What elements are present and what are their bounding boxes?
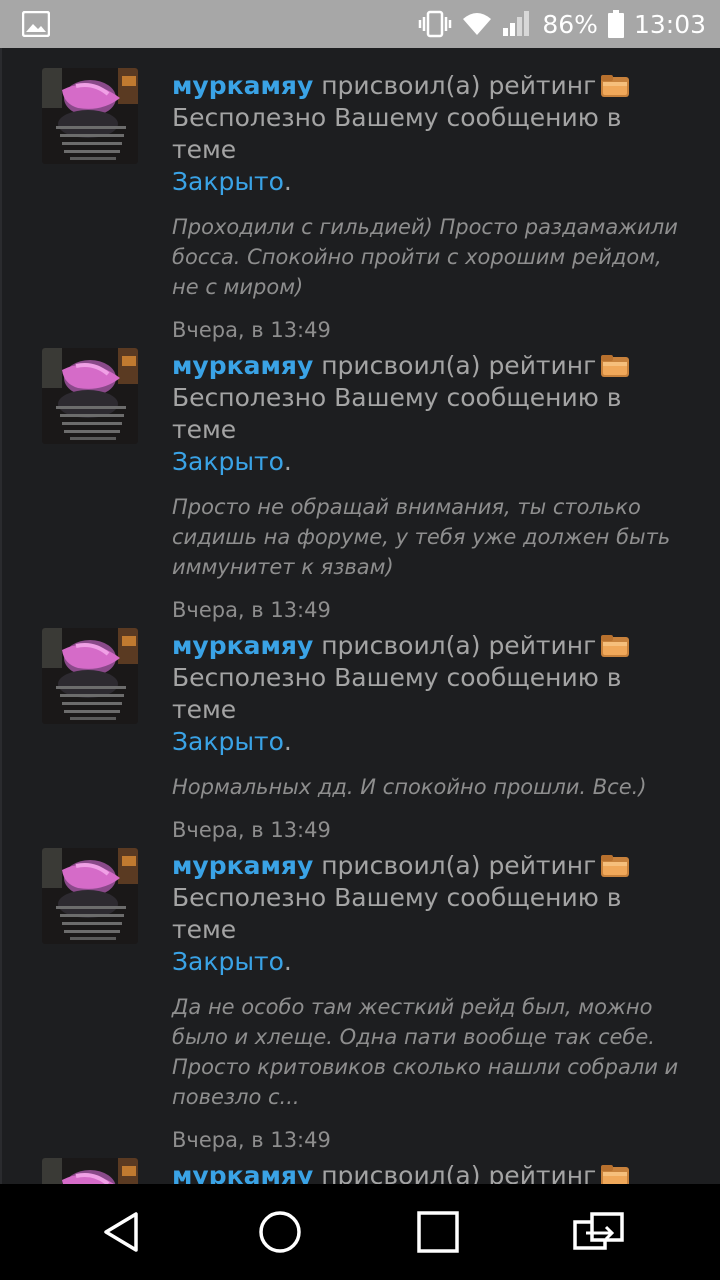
battery-icon bbox=[607, 10, 624, 38]
switch-app-icon[interactable] bbox=[572, 1208, 626, 1256]
timestamp: Вчера, в 13:49 bbox=[172, 318, 331, 342]
period: . bbox=[283, 727, 292, 756]
username-link[interactable]: муркамяу bbox=[172, 851, 313, 880]
folder-rating-icon bbox=[600, 1164, 630, 1184]
vibrate-icon bbox=[419, 10, 452, 38]
avatar[interactable] bbox=[42, 848, 138, 944]
timestamp: Вчера, в 13:49 bbox=[172, 818, 331, 842]
message-line: Бесполезно Вашему сообщению в теме bbox=[172, 883, 622, 944]
topic-link[interactable]: Закрыто bbox=[172, 447, 284, 476]
avatar[interactable] bbox=[42, 628, 138, 724]
left-edge-divider bbox=[0, 48, 2, 1184]
topic-link[interactable]: Закрыто bbox=[172, 727, 284, 756]
quoted-message: Просто не обращай внимания, ты столько с… bbox=[172, 495, 671, 579]
period: . bbox=[283, 947, 292, 976]
quoted-message: Нормальных дд. И спокойно прошли. Все.) bbox=[172, 775, 647, 799]
message-line: Бесполезно Вашему сообщению в теме bbox=[172, 383, 622, 444]
home-icon[interactable] bbox=[256, 1208, 304, 1256]
username-link[interactable]: муркамяу bbox=[172, 1161, 313, 1184]
avatar[interactable] bbox=[42, 1158, 138, 1184]
notification-header: муркамяу присвоил(а) рейтинг bbox=[172, 1160, 692, 1184]
notifications-list[interactable]: муркамяу присвоил(а) рейтинг Бесполезно … bbox=[0, 48, 720, 1184]
avatar[interactable] bbox=[42, 68, 138, 164]
quoted-message: Да не особо там жесткий рейд был, можно … bbox=[172, 995, 679, 1109]
quoted-message: Проходили с гильдией) Просто раздамажили… bbox=[172, 215, 678, 299]
image-icon bbox=[22, 11, 50, 37]
period: . bbox=[283, 447, 292, 476]
wifi-icon bbox=[463, 13, 492, 35]
action-text: присвоил(а) рейтинг bbox=[321, 851, 597, 880]
clock: 13:03 bbox=[633, 9, 706, 39]
timestamp: Вчера, в 13:49 bbox=[172, 1128, 331, 1152]
message-line: Бесполезно Вашему сообщению в теме bbox=[172, 663, 622, 724]
folder-rating-icon bbox=[600, 354, 630, 378]
notification-header: муркамяу присвоил(а) рейтинг bbox=[172, 850, 692, 882]
username-link[interactable]: муркамяу bbox=[172, 71, 313, 100]
action-text: присвоил(а) рейтинг bbox=[321, 1161, 597, 1184]
recents-icon[interactable] bbox=[414, 1208, 462, 1256]
topic-link[interactable]: Закрыто bbox=[172, 947, 284, 976]
navigation-bar bbox=[0, 1184, 720, 1280]
avatar[interactable] bbox=[42, 348, 138, 444]
notification-header: муркамяу присвоил(а) рейтинг bbox=[172, 70, 692, 102]
timestamp: Вчера, в 13:49 bbox=[172, 598, 331, 622]
signal-icon bbox=[503, 11, 530, 36]
action-text: присвоил(а) рейтинг bbox=[321, 631, 597, 660]
folder-rating-icon bbox=[600, 634, 630, 658]
message-line: Бесполезно Вашему сообщению в теме bbox=[172, 103, 622, 164]
status-bar: 86% 13:03 bbox=[0, 0, 720, 48]
notification-header: муркамяу присвоил(а) рейтинг bbox=[172, 350, 692, 382]
notification-header: муркамяу присвоил(а) рейтинг bbox=[172, 630, 692, 662]
username-link[interactable]: муркамяу bbox=[172, 631, 313, 660]
topic-link[interactable]: Закрыто bbox=[172, 167, 284, 196]
folder-rating-icon bbox=[600, 74, 630, 98]
folder-rating-icon bbox=[600, 854, 630, 878]
battery-percent: 86% bbox=[542, 9, 598, 39]
action-text: присвоил(а) рейтинг bbox=[321, 71, 597, 100]
username-link[interactable]: муркамяу bbox=[172, 351, 313, 380]
action-text: присвоил(а) рейтинг bbox=[321, 351, 597, 380]
back-icon[interactable] bbox=[98, 1208, 146, 1256]
period: . bbox=[283, 167, 292, 196]
